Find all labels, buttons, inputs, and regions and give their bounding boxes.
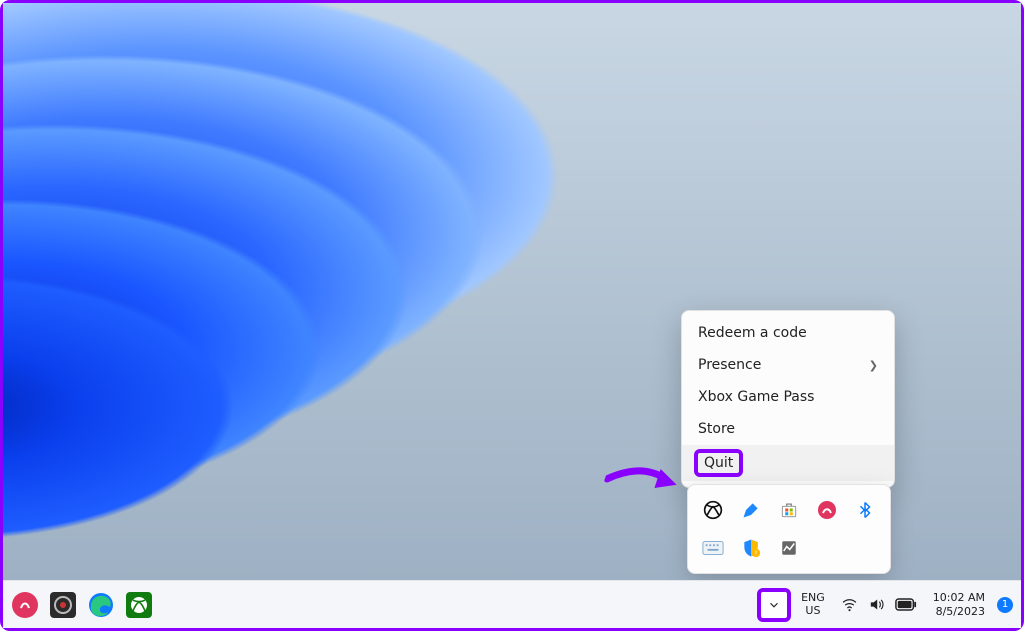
language-line1: ENG (801, 592, 825, 604)
clock-time: 10:02 AM (933, 591, 985, 604)
obs-icon[interactable] (49, 591, 77, 619)
touch-keyboard-icon[interactable] (699, 534, 727, 562)
svg-text:!: ! (755, 550, 758, 558)
ctx-item-label: Redeem a code (698, 325, 807, 341)
ctx-presence[interactable]: Presence ❯ (682, 349, 894, 381)
ctx-xbox-game-pass[interactable]: Xbox Game Pass (682, 381, 894, 413)
snagit-icon[interactable] (11, 591, 39, 619)
ctx-item-label: Xbox Game Pass (698, 389, 814, 405)
taskbar-system-area: ENG US 10:02 AM 8/5/2023 1 (759, 590, 1013, 620)
pen-icon[interactable] (737, 496, 765, 524)
chevron-down-icon (767, 598, 781, 612)
xbox-context-menu: Redeem a code Presence ❯ Xbox Game Pass … (681, 310, 895, 488)
microsoft-store-icon[interactable] (775, 496, 803, 524)
snagit-icon[interactable] (813, 496, 841, 524)
ctx-store[interactable]: Store (682, 413, 894, 445)
language-indicator[interactable]: ENG US (797, 592, 829, 616)
chevron-right-icon: ❯ (869, 359, 878, 372)
tray-overflow-button[interactable] (759, 590, 789, 620)
clock[interactable]: 10:02 AM 8/5/2023 (929, 591, 989, 617)
language-line2: US (801, 605, 825, 617)
edge-icon[interactable] (87, 591, 115, 619)
taskbar-pinned-apps (11, 591, 153, 619)
windows-security-icon[interactable]: ! (737, 534, 765, 562)
ctx-quit[interactable]: Quit (682, 445, 894, 481)
notification-badge[interactable]: 1 (997, 597, 1013, 613)
ctx-redeem-code[interactable]: Redeem a code (682, 317, 894, 349)
task-manager-icon[interactable] (775, 534, 803, 562)
notification-count: 1 (1002, 599, 1008, 610)
ctx-item-label: Quit (698, 453, 739, 473)
ctx-item-label: Store (698, 421, 735, 437)
volume-icon (868, 596, 885, 613)
system-icons[interactable] (837, 596, 921, 613)
taskbar: ENG US 10:02 AM 8/5/2023 1 (3, 580, 1021, 628)
ctx-item-label: Presence (698, 357, 761, 373)
bluetooth-icon[interactable] (851, 496, 879, 524)
battery-icon (895, 598, 917, 611)
tray-overflow-flyout: ! (687, 484, 891, 574)
xbox-icon[interactable] (699, 496, 727, 524)
clock-date: 8/5/2023 (933, 605, 985, 618)
wifi-icon (841, 596, 858, 613)
xbox-icon[interactable] (125, 591, 153, 619)
